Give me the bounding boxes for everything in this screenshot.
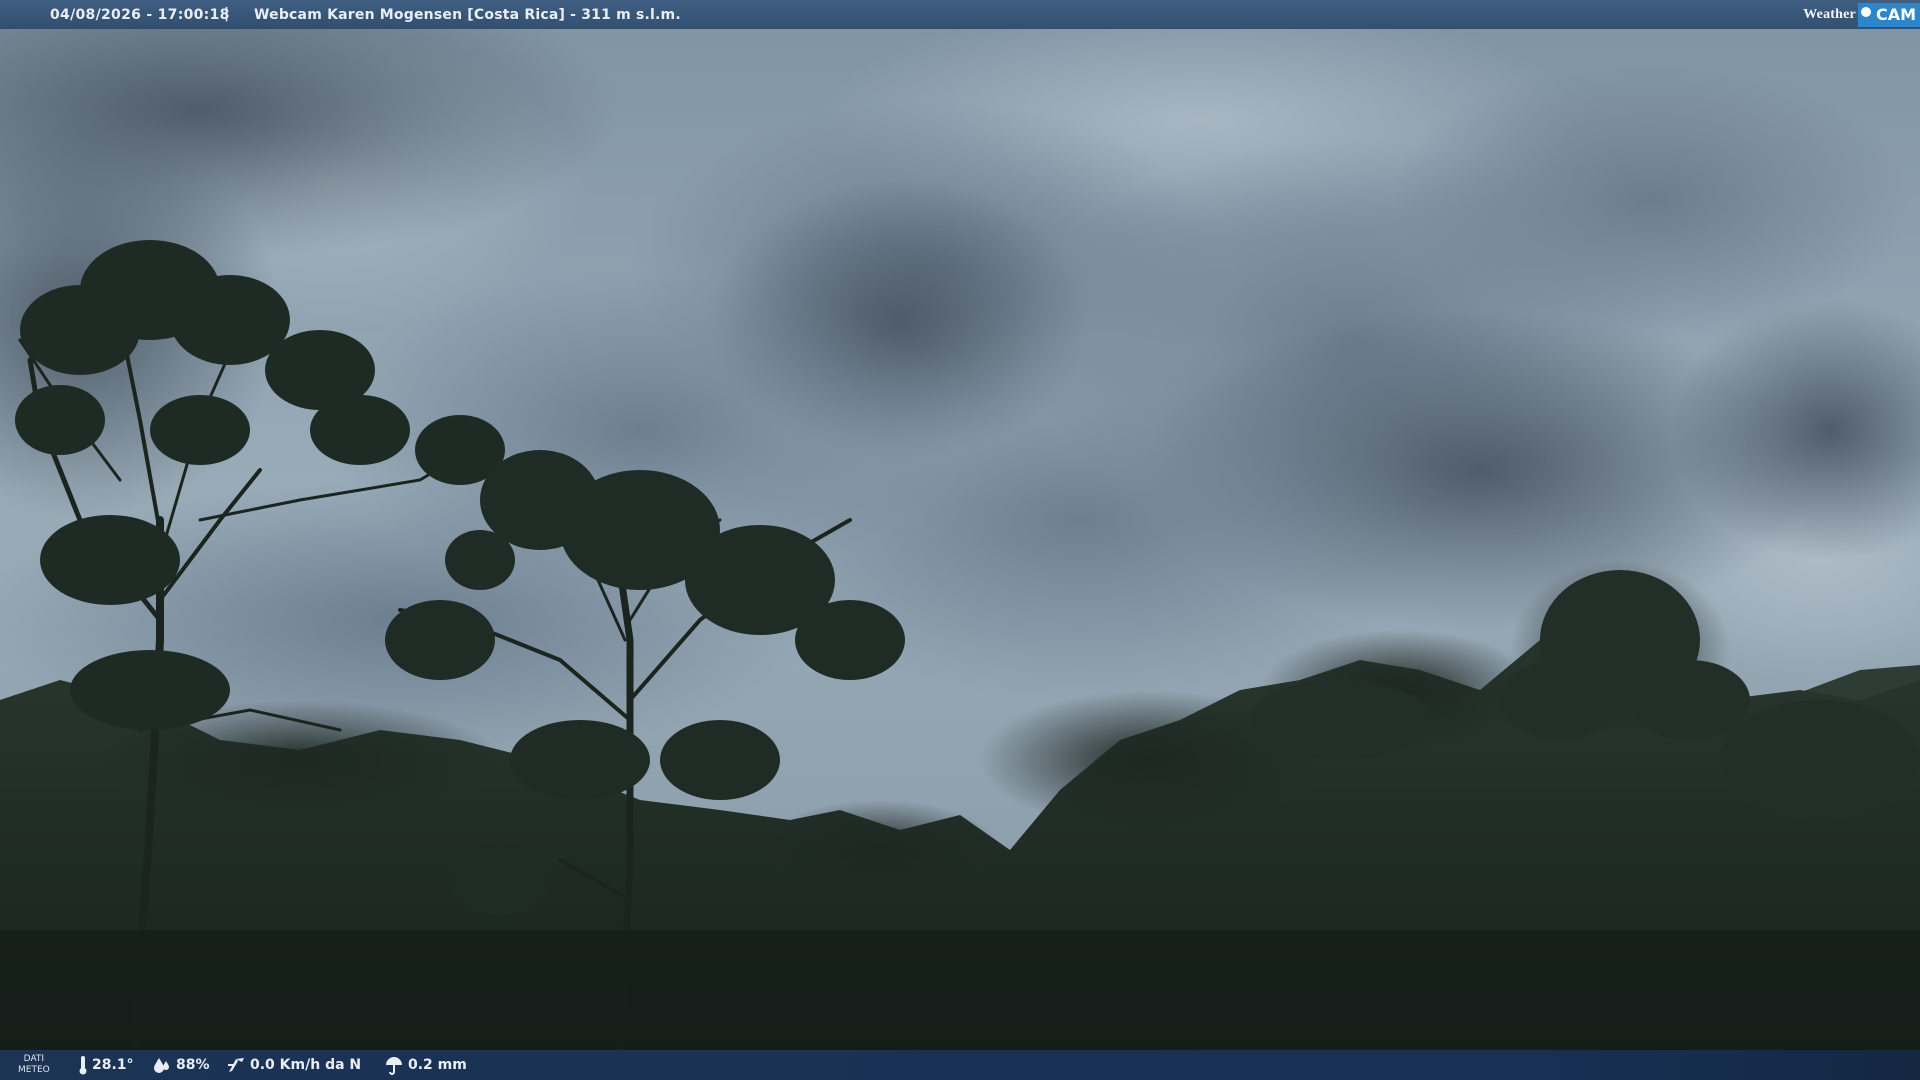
rain-value: 0.2 mm <box>408 1057 467 1073</box>
weather-data-bar: DATI METEO 28.1° 88% 0.0 Km/h da N 0.2 m… <box>0 1050 1920 1080</box>
logo-cam-badge: CAM <box>1857 2 1920 27</box>
dati-line1: DATI <box>23 1054 45 1064</box>
wind-icon <box>228 1058 244 1072</box>
webcam-image <box>0 0 1920 1080</box>
wind-reading: 0.0 Km/h da N <box>226 1050 361 1080</box>
separator: | <box>224 6 230 22</box>
webcam-title: Webcam Karen Mogensen [Costa Rica] - 311… <box>254 7 681 23</box>
humidity-value: 88% <box>176 1057 210 1073</box>
temperature-reading: 28.1° <box>78 1050 134 1080</box>
wind-value: 0.0 Km/h da N <box>250 1057 362 1073</box>
weathercam-logo: Weather CAM <box>1803 0 1920 29</box>
top-info-bar: 04/08/2026 - 17:00:18 | Webcam Karen Mog… <box>0 0 1920 29</box>
logo-cam-text: CAM <box>1875 4 1916 24</box>
umbrella-icon <box>386 1057 402 1075</box>
temperature-value: 28.1° <box>92 1057 134 1073</box>
logo-weather-text: Weather <box>1803 6 1856 22</box>
humidity-reading: 88% <box>152 1050 210 1080</box>
dati-meteo-label: DATI METEO <box>18 1054 50 1076</box>
humidity-icon <box>154 1058 169 1073</box>
thermometer-icon <box>79 1056 87 1075</box>
dati-line2: METEO <box>18 1065 50 1075</box>
logo-dot-icon <box>1860 6 1871 17</box>
datetime-label: 04/08/2026 - 17:00:18 <box>50 7 230 23</box>
rain-reading: 0.2 mm <box>384 1050 467 1080</box>
